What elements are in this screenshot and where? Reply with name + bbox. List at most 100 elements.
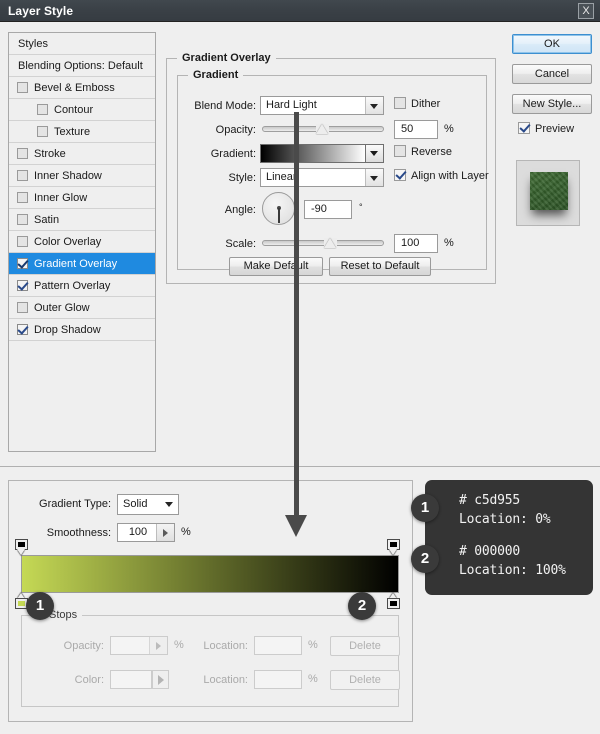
stop-color-label: Color: — [74, 674, 104, 686]
styles-list-item-drop-shadow[interactable]: Drop Shadow — [9, 319, 155, 341]
gradient-type-label: Gradient Type: — [39, 498, 111, 510]
smoothness-stepper-icon[interactable] — [156, 524, 174, 541]
gradient-swatch[interactable] — [260, 144, 384, 163]
opacity-stop-right[interactable] — [387, 539, 400, 555]
reset-to-default-button[interactable]: Reset to Default — [329, 257, 431, 276]
reverse-label: Reverse — [411, 146, 452, 158]
opacity-label: Opacity: — [215, 124, 256, 136]
chevron-down-icon — [365, 145, 383, 162]
angle-dial-needle — [278, 208, 280, 223]
stop-opacity-unit: % — [174, 639, 184, 651]
new-style-button[interactable]: New Style... — [512, 94, 592, 114]
close-icon[interactable]: X — [578, 3, 594, 19]
angle-dial[interactable] — [262, 192, 295, 225]
styles-list-item-label: Inner Shadow — [34, 170, 102, 183]
stops-group: Stops Opacity: % Location: % Delete Colo… — [21, 609, 400, 707]
styles-list-item-texture[interactable]: Texture — [9, 121, 155, 143]
gradient-type-select[interactable]: Solid — [117, 494, 179, 515]
styles-list-item-label: Stroke — [34, 148, 66, 161]
stop-location-input-2 — [254, 670, 302, 689]
styles-list-item-contour[interactable]: Contour — [9, 99, 155, 121]
style-value: Linear — [266, 171, 297, 183]
ok-button[interactable]: OK — [512, 34, 592, 54]
styles-list-item-checkbox[interactable] — [17, 235, 28, 247]
styles-list-item-inner-glow[interactable]: Inner Glow — [9, 187, 155, 209]
styles-list-item-inner-shadow[interactable]: Inner Shadow — [9, 165, 155, 187]
styles-list-item-checkbox[interactable] — [17, 257, 28, 269]
styles-list-item-checkbox[interactable] — [17, 147, 28, 159]
dialog-body: Styles Blending Options: Default Bevel & E… — [0, 22, 600, 464]
color-stop-right-swatch — [387, 598, 400, 609]
styles-list-item-gradient-overlay[interactable]: Gradient Overlay — [9, 253, 155, 275]
preview-thumbnail — [516, 160, 580, 226]
angle-input[interactable]: -90 — [304, 200, 352, 219]
annotation-badge-1-panel: 1 — [411, 494, 439, 522]
opacity-stop-left[interactable] — [15, 539, 28, 555]
styles-list-item-checkbox[interactable] — [17, 301, 28, 313]
styles-list-item-label: Gradient Overlay — [34, 258, 118, 271]
gradient-bar[interactable] — [21, 555, 399, 593]
annotation-badge-1-stop: 1 — [26, 592, 54, 620]
styles-list-item-satin[interactable]: Satin — [9, 209, 155, 231]
styles-list-item-styles[interactable]: Styles — [9, 33, 155, 55]
styles-list-item-checkbox[interactable] — [37, 125, 48, 137]
styles-list-item-blending-options-default[interactable]: Blending Options: Default — [9, 55, 155, 77]
styles-list-item-label: Pattern Overlay — [34, 280, 111, 293]
make-default-button[interactable]: Make Default — [229, 257, 323, 276]
styles-list-item-bevel-emboss[interactable]: Bevel & Emboss — [9, 77, 155, 99]
preview-checkbox[interactable]: Preview — [518, 122, 575, 135]
opacity-unit: % — [444, 123, 454, 135]
chevron-down-icon — [161, 495, 178, 512]
styles-list: Styles Blending Options: Default Bevel & E… — [9, 33, 155, 341]
styles-list-item-color-overlay[interactable]: Color Overlay — [9, 231, 155, 253]
scale-slider-thumb[interactable] — [324, 238, 337, 249]
styles-list-item-checkbox[interactable] — [17, 191, 28, 203]
blend-mode-select[interactable]: Hard Light — [260, 96, 384, 115]
scale-input[interactable]: 100 — [394, 234, 438, 253]
styles-list-item-checkbox[interactable] — [17, 213, 28, 225]
smoothness-input[interactable]: 100 — [117, 523, 175, 542]
opacity-slider-thumb[interactable] — [316, 124, 329, 135]
scale-slider[interactable] — [262, 236, 384, 250]
styles-list-item-label: Blending Options: Default — [18, 60, 143, 73]
stop-opacity-stepper-icon — [149, 637, 167, 654]
chevron-down-icon — [365, 97, 383, 114]
styles-list-item-label: Contour — [54, 104, 94, 117]
styles-list-item-label: Styles — [18, 38, 48, 51]
preview-label: Preview — [535, 123, 575, 135]
color-stop-right[interactable] — [387, 593, 400, 609]
styles-list-item-checkbox[interactable] — [17, 323, 28, 335]
window-title: Layer Style — [8, 4, 74, 18]
styles-list-item-label: Satin — [34, 214, 60, 227]
styles-list-item-pattern-overlay[interactable]: Pattern Overlay — [9, 275, 155, 297]
cancel-button[interactable]: Cancel — [512, 64, 592, 84]
styles-list-item-checkbox[interactable] — [17, 279, 28, 291]
styles-list-item-stroke[interactable]: Stroke — [9, 143, 155, 165]
opacity-input[interactable]: 50 — [394, 120, 438, 139]
annotation-arrow-line — [294, 112, 299, 520]
align-with-layer-checkbox[interactable]: Align with Layer — [394, 169, 489, 182]
gradient-label: Gradient: — [210, 148, 256, 160]
delete-stop-button-2: Delete — [330, 670, 400, 690]
gradient-type-value: Solid — [123, 498, 148, 510]
annotation-arrow-head — [285, 515, 307, 537]
styles-list-item-checkbox[interactable] — [17, 81, 28, 93]
styles-list-item-outer-glow[interactable]: Outer Glow — [9, 297, 155, 319]
reverse-checkbox[interactable]: Reverse — [394, 145, 452, 158]
dither-checkbox[interactable]: Dither — [394, 97, 440, 110]
styles-list-item-label: Inner Glow — [34, 192, 88, 205]
annotation-badge-2-stop: 2 — [348, 592, 376, 620]
stop-opacity-input — [110, 636, 168, 655]
style-select[interactable]: Linear — [260, 168, 384, 187]
scale-slider-track — [262, 240, 384, 246]
delete-stop-button-1: Delete — [330, 636, 400, 656]
styles-list-item-checkbox[interactable] — [37, 103, 48, 115]
smoothness-value: 100 — [128, 526, 148, 538]
scale-label: Scale: — [225, 238, 256, 250]
dither-checkbox-box — [394, 97, 406, 110]
opacity-slider[interactable] — [262, 122, 384, 136]
smoothness-label: Smoothness: — [46, 527, 111, 539]
align-with-layer-checkbox-box — [394, 169, 406, 182]
styles-list-item-checkbox[interactable] — [17, 169, 28, 181]
annotation-badge-2-panel: 2 — [411, 545, 439, 573]
